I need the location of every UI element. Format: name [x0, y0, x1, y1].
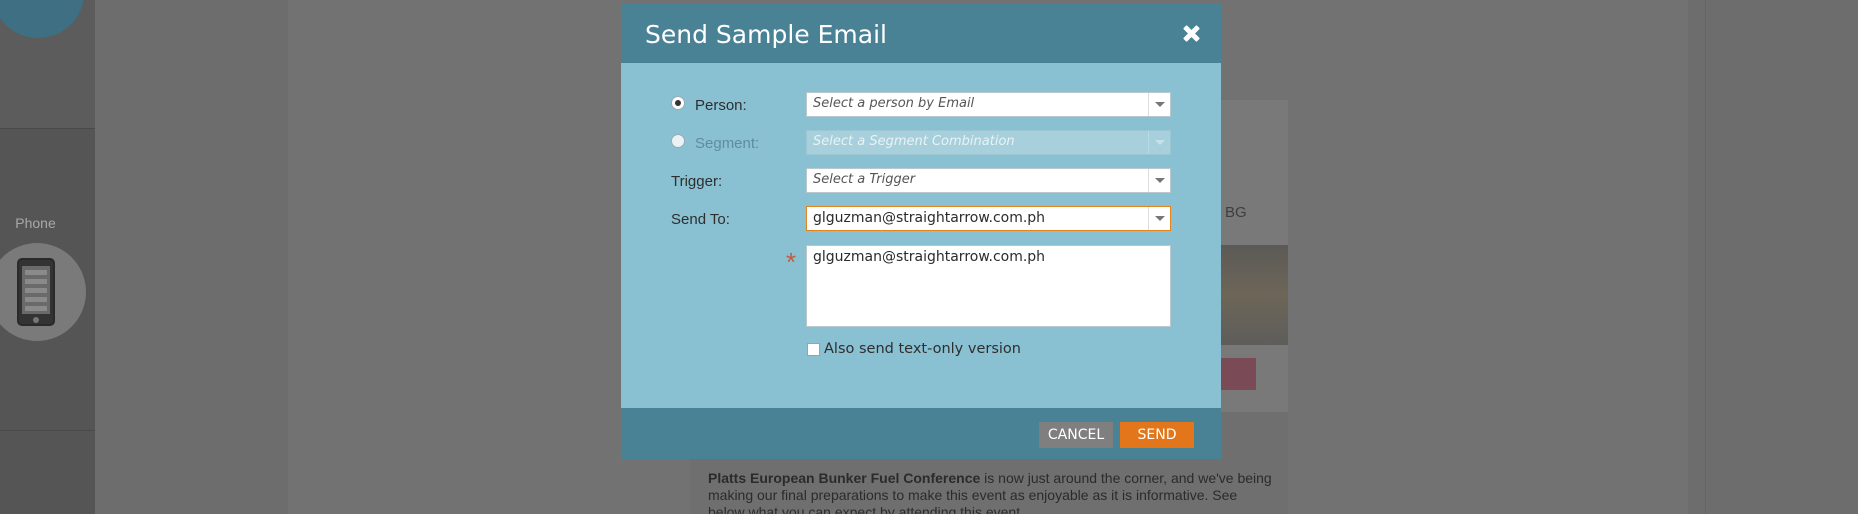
person-select-placeholder: Select a person by Email: [813, 96, 975, 111]
text-only-label: Also send text-only version: [824, 341, 1021, 357]
close-icon[interactable]: [1181, 23, 1203, 45]
segment-label: Segment:: [695, 135, 760, 152]
segment-select: Select a Segment Combination: [806, 130, 1171, 155]
canvas-margin-left: [95, 0, 288, 514]
sidebar-divider: [0, 128, 95, 129]
canvas-margin-right: [1688, 0, 1705, 514]
send-button[interactable]: SEND: [1120, 422, 1194, 448]
dialog-title: Send Sample Email: [645, 20, 887, 49]
preview-paragraph-text: is now just around the corner, and we've…: [980, 470, 1272, 486]
preview-paragraph-text: below what you can expect by attending t…: [708, 504, 1021, 514]
segment-radio[interactable]: [671, 134, 685, 148]
send-to-select[interactable]: glguzman@straightarrow.com.ph: [806, 206, 1171, 231]
trigger-select-placeholder: Select a Trigger: [813, 172, 916, 187]
sidebar-divider: [0, 430, 95, 431]
preview-bg-label: BG: [1225, 204, 1247, 221]
segment-select-placeholder: Select a Segment Combination: [813, 134, 1015, 149]
dialog-footer: CANCEL SEND: [621, 408, 1221, 459]
chevron-down-icon: [1155, 178, 1165, 183]
preview-paragraph-text: making our final preparations to make th…: [708, 487, 1238, 503]
dialog-header: Send Sample Email: [621, 3, 1221, 63]
trigger-label: Trigger:: [671, 173, 723, 190]
person-radio[interactable]: [671, 96, 685, 110]
required-asterisk: *: [786, 247, 797, 277]
preview-paragraph-bold: Platts European Bunker Fuel Conference: [708, 470, 981, 486]
chevron-down-icon: [1155, 102, 1165, 107]
chevron-down-icon: [1155, 216, 1165, 221]
phone-icon: [17, 258, 55, 326]
chevron-down-icon: [1155, 140, 1165, 145]
preview-paragraph: Platts European Bunker Fuel Conference i…: [708, 470, 1288, 514]
send-to-label: Send To:: [671, 211, 730, 228]
send-sample-email-dialog: Send Sample Email Person: Select a perso…: [621, 3, 1221, 459]
person-select-toggle[interactable]: [1148, 93, 1170, 116]
text-only-checkbox[interactable]: [807, 343, 820, 356]
person-label: Person:: [695, 97, 747, 114]
phone-label: Phone: [15, 215, 56, 231]
preview-hero-image: [1210, 245, 1288, 345]
send-to-select-value: glguzman@straightarrow.com.ph: [813, 210, 1046, 226]
segment-select-toggle: [1148, 131, 1170, 154]
device-sidebar: Phone: [0, 0, 95, 514]
trigger-select[interactable]: Select a Trigger: [806, 168, 1171, 193]
person-select[interactable]: Select a person by Email: [806, 92, 1171, 117]
send-to-select-toggle[interactable]: [1148, 207, 1170, 230]
recipients-textarea[interactable]: glguzman@straightarrow.com.ph: [806, 245, 1171, 327]
trigger-select-toggle[interactable]: [1148, 169, 1170, 192]
right-panel: [1705, 0, 1858, 514]
cancel-button[interactable]: CANCEL: [1039, 422, 1113, 448]
